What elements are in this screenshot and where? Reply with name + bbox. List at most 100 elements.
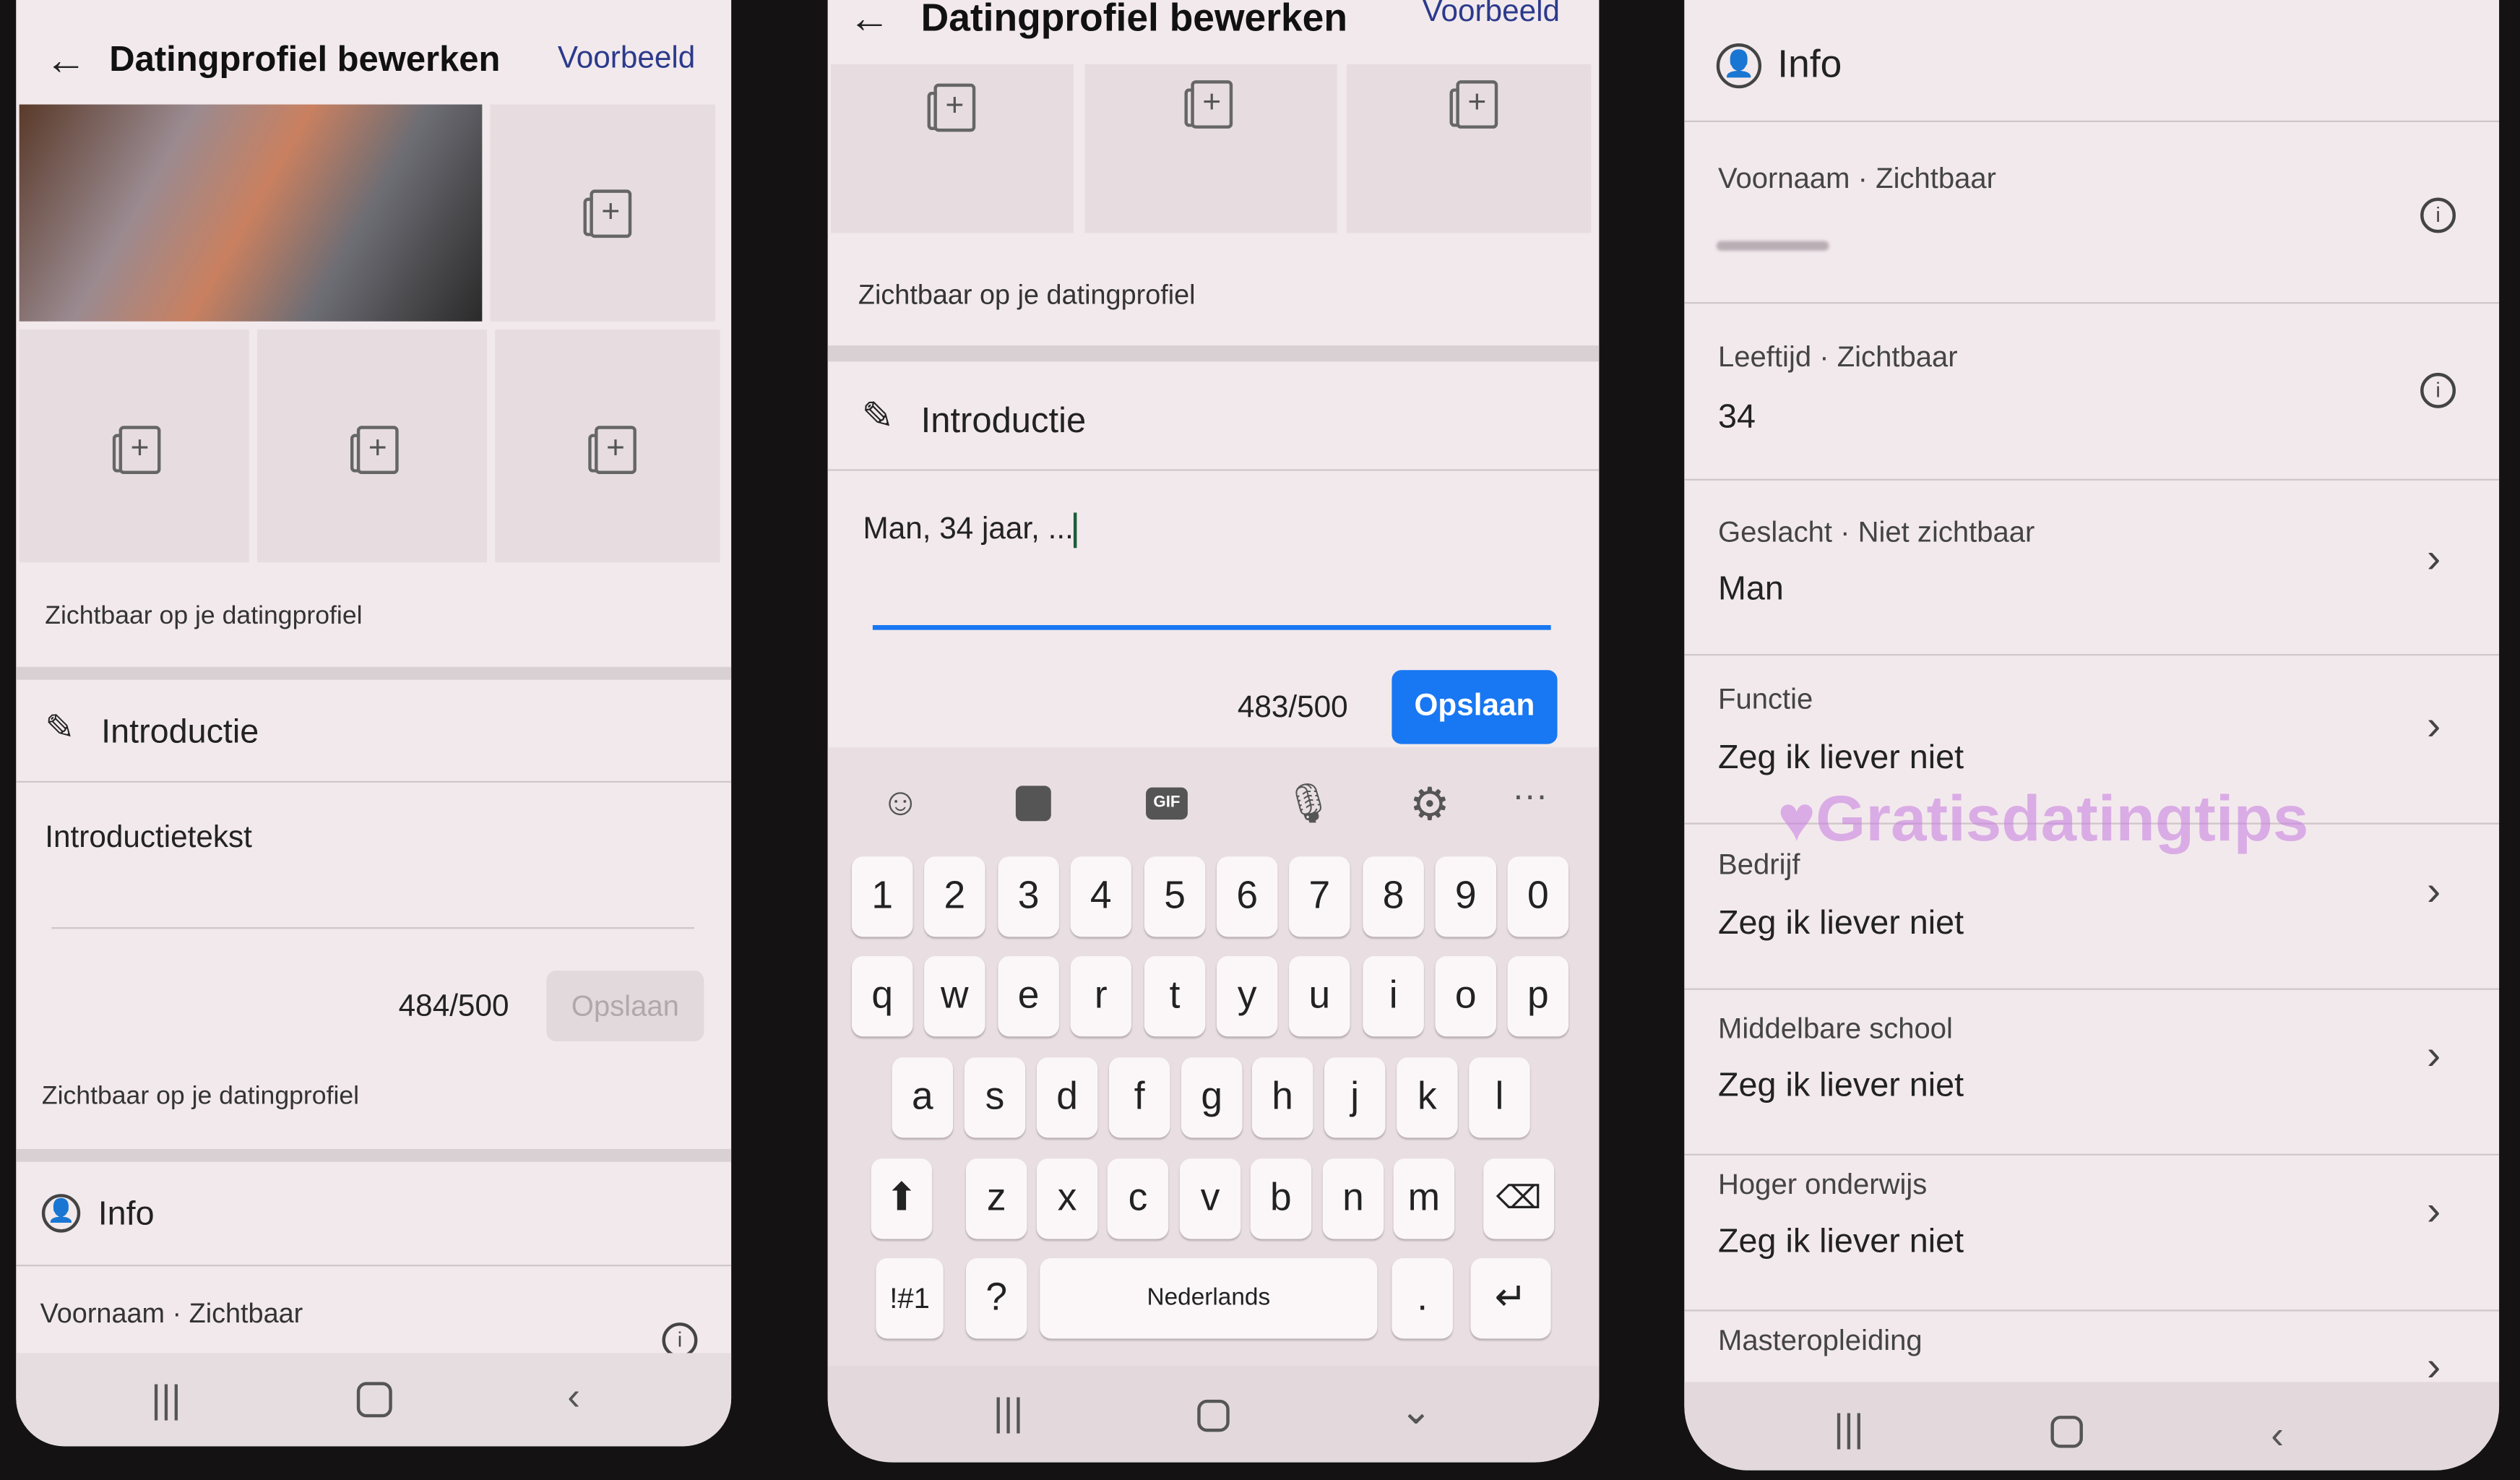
intro-heading: Introductie [920, 400, 1087, 441]
key-b[interactable]: b [1250, 1158, 1312, 1239]
intro-value: Man, 34 jaar, ... [863, 512, 1074, 547]
mic-icon[interactable]: 🎙 [1284, 781, 1333, 827]
key-i[interactable]: i [1363, 956, 1424, 1037]
key-g[interactable]: g [1181, 1057, 1243, 1138]
gif-button[interactable]: GIF [1146, 787, 1188, 820]
key-7[interactable]: 7 [1289, 856, 1350, 937]
key-4[interactable]: 4 [1070, 856, 1132, 937]
photo-slot[interactable]: + [490, 104, 715, 322]
key-6[interactable]: 6 [1216, 856, 1278, 937]
add-photo-icon: + [1184, 80, 1233, 129]
phone-right: 👤 Info Voornaam · Zichtbaar i Leeftijd · Z… [1684, 0, 2500, 1471]
key-5[interactable]: 5 [1144, 856, 1206, 937]
char-counter: 483/500 [1237, 691, 1348, 725]
key-m[interactable]: m [1393, 1158, 1455, 1239]
key-2[interactable]: 2 [924, 856, 985, 937]
back-arrow-icon[interactable]: ← [849, 0, 891, 43]
photo-slot[interactable]: + [256, 329, 488, 563]
key-c[interactable]: c [1107, 1158, 1169, 1239]
key-v[interactable]: v [1179, 1158, 1241, 1239]
key-x[interactable]: x [1036, 1158, 1098, 1239]
key-r[interactable]: r [1070, 956, 1132, 1037]
hide-keyboard-icon[interactable]: ⌄ [1400, 1388, 1433, 1434]
preview-link[interactable]: Voorbeeld [1423, 0, 1560, 30]
recents-icon[interactable]: ||| [993, 1392, 1024, 1437]
save-button[interactable]: Opslaan [1391, 670, 1558, 744]
gear-icon[interactable]: ⚙ [1410, 778, 1450, 830]
key-d[interactable]: d [1036, 1057, 1098, 1138]
back-arrow-icon[interactable]: ← [45, 35, 87, 85]
key-p[interactable]: p [1507, 956, 1569, 1037]
profile-photo[interactable] [19, 104, 483, 322]
key-e[interactable]: e [998, 956, 1059, 1037]
key-a[interactable]: a [892, 1057, 954, 1138]
chevron-right-icon[interactable]: › [2427, 701, 2441, 751]
key-u[interactable]: u [1289, 956, 1350, 1037]
photo-slot[interactable]: + [19, 329, 249, 563]
back-icon[interactable]: ‹ [567, 1375, 580, 1420]
input-underline [51, 927, 694, 929]
info-heading: Info [98, 1195, 155, 1233]
key-t[interactable]: t [1144, 956, 1206, 1037]
recents-icon[interactable]: ||| [1834, 1408, 1864, 1453]
key-o[interactable]: o [1435, 956, 1497, 1037]
preview-link[interactable]: Voorbeeld [558, 42, 695, 77]
question-key[interactable]: ? [965, 1258, 1027, 1339]
field-value[interactable]: Man [1718, 570, 1784, 608]
field-value[interactable]: Zeg ik liever niet [1718, 1067, 1964, 1106]
chevron-right-icon[interactable]: › [2427, 1029, 2441, 1079]
key-f[interactable]: f [1108, 1057, 1170, 1138]
photo-slot[interactable]: + [495, 329, 720, 563]
photo-slot[interactable]: + [831, 64, 1074, 233]
home-icon[interactable] [2050, 1416, 2083, 1448]
divider [16, 780, 732, 783]
save-button[interactable]: Opslaan [546, 971, 704, 1041]
nav-bar [1684, 1382, 2500, 1471]
divider [1684, 654, 2500, 656]
field-value[interactable]: Zeg ik liever niet [1718, 905, 1964, 943]
sticker-icon[interactable] [1015, 786, 1051, 822]
chevron-right-icon[interactable]: › [2427, 866, 2441, 916]
chevron-right-icon[interactable]: › [2427, 1185, 2441, 1235]
key-n[interactable]: n [1322, 1158, 1384, 1239]
key-y[interactable]: y [1216, 956, 1278, 1037]
key-8[interactable]: 8 [1363, 856, 1424, 937]
field-value[interactable]: Zeg ik liever niet [1718, 1223, 1964, 1261]
intro-input[interactable]: Man, 34 jaar, ... [863, 512, 1077, 548]
key-q[interactable]: q [851, 956, 913, 1037]
key-9[interactable]: 9 [1435, 856, 1497, 937]
more-icon[interactable]: ··· [1512, 775, 1548, 817]
shift-key[interactable]: ⬆ [871, 1158, 933, 1239]
info-icon[interactable]: i [2420, 197, 2456, 233]
key-l[interactable]: l [1469, 1057, 1530, 1138]
divider [1684, 988, 2500, 990]
key-w[interactable]: w [924, 956, 985, 1037]
space-key[interactable]: Nederlands [1040, 1258, 1378, 1339]
visibility-note: Zichtbaar op je datingprofiel [41, 1083, 360, 1111]
back-icon[interactable]: ‹ [2271, 1414, 2284, 1459]
field-value[interactable]: Zeg ik liever niet [1718, 739, 1964, 778]
chevron-right-icon[interactable]: › [2427, 533, 2441, 582]
key-j[interactable]: j [1324, 1057, 1386, 1138]
key-k[interactable]: k [1397, 1057, 1458, 1138]
intro-input[interactable]: Introductietekst [45, 821, 252, 856]
emoji-icon[interactable]: ☺ [881, 781, 920, 826]
home-icon[interactable] [1197, 1399, 1230, 1432]
enter-key[interactable]: ↵ [1470, 1258, 1551, 1339]
photo-slot[interactable]: + [1084, 64, 1337, 233]
key-1[interactable]: 1 [851, 856, 913, 937]
key-s[interactable]: s [964, 1057, 1026, 1138]
key-0[interactable]: 0 [1507, 856, 1569, 937]
backspace-key[interactable]: ⌫ [1483, 1158, 1555, 1239]
symbols-key[interactable]: !#1 [876, 1258, 944, 1339]
home-icon[interactable] [356, 1382, 392, 1418]
period-key[interactable]: . [1391, 1258, 1453, 1339]
info-icon[interactable]: i [2420, 371, 2456, 408]
recents-icon[interactable]: ||| [151, 1379, 181, 1424]
key-z[interactable]: z [965, 1158, 1027, 1239]
add-photo-icon: + [112, 426, 161, 474]
field-value[interactable]: 34 [1718, 398, 1756, 436]
photo-slot[interactable]: + [1347, 64, 1592, 233]
key-h[interactable]: h [1251, 1057, 1313, 1138]
key-3[interactable]: 3 [998, 856, 1059, 937]
